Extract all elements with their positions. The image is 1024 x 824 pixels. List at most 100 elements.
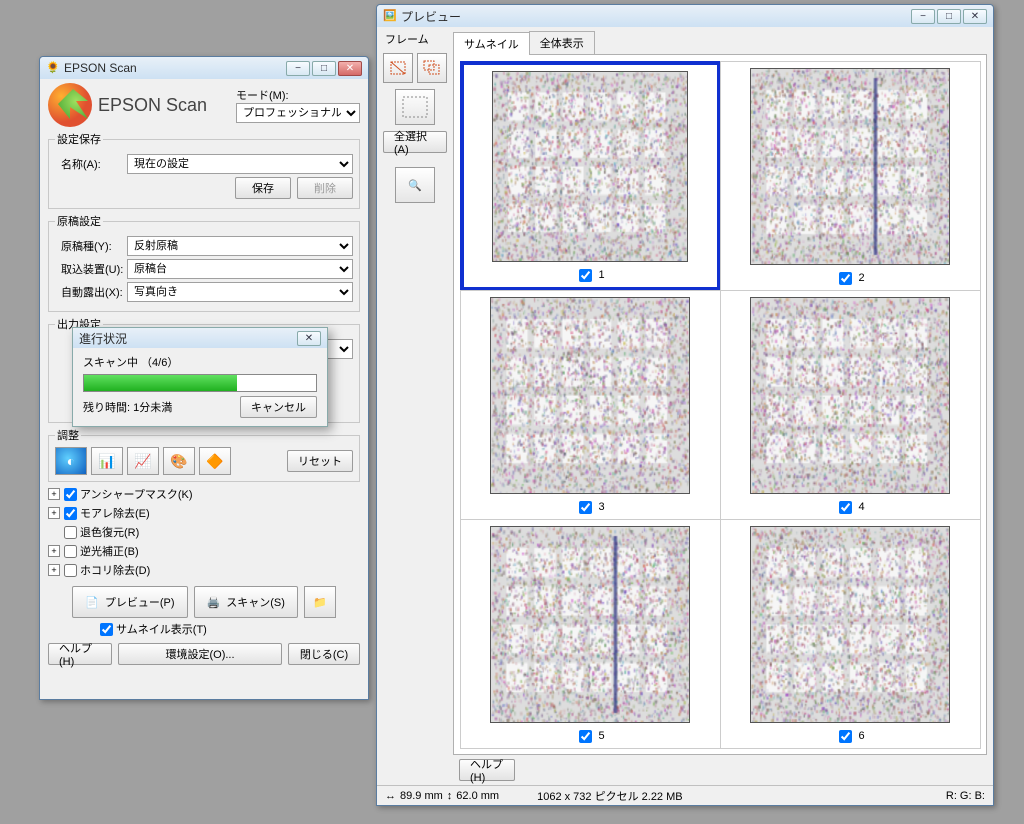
frame-toolbar: フレーム 全選択(A) 🔍: [377, 27, 453, 785]
scan-titlebar[interactable]: 🌻 EPSON Scan − □ ✕: [40, 57, 368, 79]
thumbnail-label: 6: [835, 727, 864, 746]
tab-thumbnail[interactable]: サムネイル: [453, 32, 530, 55]
expand-icon[interactable]: +: [48, 488, 60, 500]
close-button[interactable]: ✕: [963, 9, 987, 24]
flower-icon: [48, 83, 92, 127]
close-button[interactable]: ✕: [297, 331, 321, 346]
thumbnail-checkbox[interactable]: [579, 501, 592, 514]
unsharp-label: アンシャープマスク(K): [80, 486, 193, 502]
device-label: 取込装置(U):: [55, 261, 127, 277]
close-button[interactable]: ✕: [338, 61, 362, 76]
thumbnail-image: [490, 526, 691, 723]
thumbnail-show-checkbox[interactable]: [100, 623, 113, 636]
save-button[interactable]: 保存: [235, 177, 291, 199]
thumbnail-label: 2: [835, 269, 864, 288]
close-app-button[interactable]: 閉じる(C): [288, 643, 360, 665]
maximize-button[interactable]: □: [937, 9, 961, 24]
thumbnail-grid: 1 2 3 4 5 6: [460, 61, 980, 748]
settings-save-group: 設定保存 名称(A): 現在の設定 保存 削除: [48, 131, 360, 209]
minimize-button[interactable]: −: [286, 61, 310, 76]
marquee-icon[interactable]: [395, 89, 435, 125]
progress-titlebar[interactable]: 進行状況 ✕: [73, 328, 327, 348]
thumbnail-cell[interactable]: 3: [460, 290, 721, 520]
adjust-legend: 調整: [55, 427, 81, 443]
thumbnail-cell[interactable]: 1: [460, 61, 721, 291]
thumbnail-checkbox[interactable]: [579, 269, 592, 282]
thumbnail-show-label: サムネイル表示(T): [116, 621, 207, 637]
thumbnail-image: [750, 297, 951, 494]
zoom-icon[interactable]: 🔍: [395, 167, 435, 203]
thumbnail-cell[interactable]: 6: [720, 519, 981, 749]
frame-label: フレーム: [385, 31, 429, 47]
preview-title: プレビュー: [401, 8, 909, 25]
preview-titlebar[interactable]: 🖼️ プレビュー − □ ✕: [377, 5, 993, 27]
scanning-text: スキャン中 （4/6）: [83, 354, 317, 370]
original-settings-group: 原稿設定 原稿種(Y):反射原稿 取込装置(U):原稿台 自動露出(X):写真向…: [48, 213, 360, 312]
thumbnail-checkbox[interactable]: [839, 272, 852, 285]
statusbar: ↔ 89.9 mm ↕ 62.0 mm 1062 x 732 ピクセル 2.22…: [377, 785, 993, 805]
moire-checkbox[interactable]: [64, 507, 77, 520]
thumbnail-label: 4: [835, 498, 864, 517]
reset-button[interactable]: リセット: [287, 450, 353, 472]
expand-icon[interactable]: +: [48, 564, 60, 576]
scan-button[interactable]: 🖨️スキャン(S): [194, 586, 298, 618]
preview-help-button[interactable]: ヘルプ(H): [459, 759, 515, 781]
progress-bar: [83, 374, 317, 392]
thumbnail-checkbox[interactable]: [839, 730, 852, 743]
preview-button[interactable]: 📄プレビュー(P): [72, 586, 187, 618]
thumbnail-image: [750, 68, 951, 265]
unsharp-checkbox[interactable]: [64, 488, 77, 501]
resize-h-icon: ↔: [385, 790, 396, 802]
orig-type-select[interactable]: 反射原稿: [127, 236, 353, 256]
delete-button[interactable]: 削除: [297, 177, 353, 199]
page-icon: 📄: [85, 596, 99, 609]
thumbnail-image: [750, 526, 951, 723]
name-select[interactable]: 現在の設定: [127, 154, 353, 174]
thumbnail-label: 5: [575, 727, 604, 746]
auto-select[interactable]: 写真向き: [127, 282, 353, 302]
help-button[interactable]: ヘルプ(H): [48, 643, 112, 665]
thumbnail-label: 1: [575, 266, 604, 285]
backlight-checkbox[interactable]: [64, 545, 77, 558]
folder-button[interactable]: 📁: [304, 586, 336, 618]
tone-curve-icon[interactable]: 📈: [127, 447, 159, 475]
thumbnail-cell[interactable]: 2: [720, 61, 981, 291]
mode-select[interactable]: プロフェッショナルモード: [236, 103, 360, 123]
histogram-icon[interactable]: 📊: [91, 447, 123, 475]
fade-checkbox[interactable]: [64, 526, 77, 539]
remaining-text: 残り時間: 1分未満: [83, 399, 172, 415]
resize-v-icon: ↕: [447, 790, 453, 802]
cancel-button[interactable]: キャンセル: [240, 396, 317, 418]
expand-icon[interactable]: +: [48, 545, 60, 557]
app-icon: 🌻: [46, 61, 60, 75]
progress-title: 進行状況: [79, 330, 295, 347]
select-all-button[interactable]: 全選択(A): [383, 131, 447, 153]
thumbnail-cell[interactable]: 5: [460, 519, 721, 749]
orig-type-label: 原稿種(Y):: [55, 238, 127, 254]
maximize-button[interactable]: □: [312, 61, 336, 76]
tab-full[interactable]: 全体表示: [529, 31, 595, 54]
thumbnail-label: 3: [575, 498, 604, 517]
color-adjust-icon[interactable]: 🎨: [163, 447, 195, 475]
auto-exposure-icon[interactable]: ◐: [55, 447, 87, 475]
status-pixels: 1062 x 732 ピクセル 2.22 MB: [537, 788, 683, 804]
env-button[interactable]: 環境設定(O)...: [118, 643, 282, 665]
status-width: 89.9 mm: [400, 790, 443, 802]
expand-icon[interactable]: +: [48, 507, 60, 519]
progress-dialog: 進行状況 ✕ スキャン中 （4/6） 残り時間: 1分未満 キャンセル: [72, 327, 328, 427]
thumbnail-checkbox[interactable]: [579, 730, 592, 743]
thumbnail-cell[interactable]: 4: [720, 290, 981, 520]
adjust-group: 調整 ◐ 📊 📈 🎨 🔶 リセット: [48, 427, 360, 482]
device-select[interactable]: 原稿台: [127, 259, 353, 279]
moire-label: モアレ除去(E): [80, 505, 150, 521]
mode-label: モード(M):: [236, 87, 360, 103]
frame-delete-all-icon[interactable]: [417, 53, 447, 83]
backlight-label: 逆光補正(B): [80, 543, 139, 559]
dust-checkbox[interactable]: [64, 564, 77, 577]
thumbnail-checkbox[interactable]: [839, 501, 852, 514]
app-title: EPSON Scan: [98, 95, 207, 116]
frame-delete-icon[interactable]: [383, 53, 413, 83]
color-palette-icon[interactable]: 🔶: [199, 447, 231, 475]
dust-label: ホコリ除去(D): [80, 562, 150, 578]
minimize-button[interactable]: −: [911, 9, 935, 24]
